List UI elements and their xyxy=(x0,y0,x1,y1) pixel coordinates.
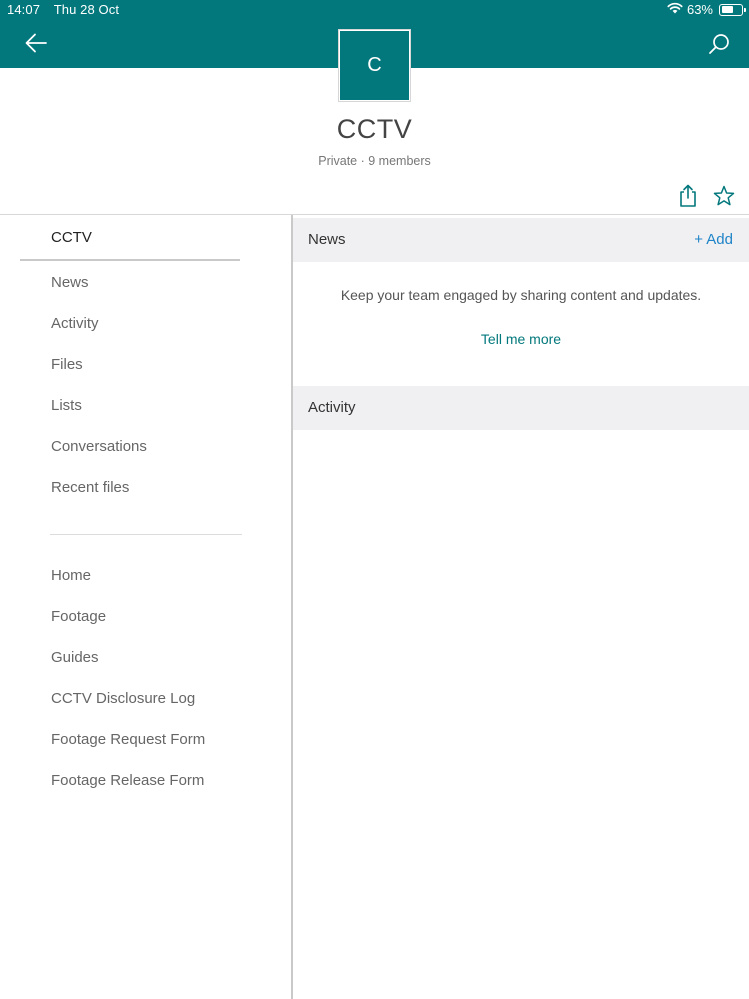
back-arrow-icon[interactable] xyxy=(22,30,50,56)
sharepoint-site-page: 14:07 Thu 28 Oct 63% C CCTV Private · 9 … xyxy=(0,0,749,999)
status-bar-right: 63% xyxy=(667,2,746,17)
nav-item-activity[interactable]: Activity xyxy=(51,315,99,332)
nav-item-recent-files[interactable]: Recent files xyxy=(51,479,129,496)
nav-link-home[interactable]: Home xyxy=(51,567,91,584)
site-logo: C xyxy=(339,30,410,101)
nav-link-footage[interactable]: Footage xyxy=(51,608,106,625)
news-empty-message: Keep your team engaged by sharing conten… xyxy=(340,287,702,303)
nav-link-request-form[interactable]: Footage Request Form xyxy=(51,731,205,748)
tell-me-more-link[interactable]: Tell me more xyxy=(293,331,749,347)
share-icon[interactable] xyxy=(677,184,699,208)
activity-section-header: Activity xyxy=(293,386,749,430)
news-section-title: News xyxy=(308,231,346,248)
battery-level xyxy=(721,6,733,13)
nav-item-conversations[interactable]: Conversations xyxy=(51,438,147,455)
nav-link-release-form[interactable]: Footage Release Form xyxy=(51,772,204,789)
add-news-button[interactable]: + Add xyxy=(694,231,733,248)
nav-item-news[interactable]: News xyxy=(51,274,89,291)
site-membership: Private · 9 members xyxy=(318,154,431,168)
news-section-header: News + Add xyxy=(293,218,749,262)
nav-separator xyxy=(50,534,242,535)
status-bar-left: 14:07 Thu 28 Oct xyxy=(7,2,119,17)
nav-item-files[interactable]: Files xyxy=(51,356,83,373)
nav-current-site[interactable]: CCTV xyxy=(51,229,92,246)
activity-section-title: Activity xyxy=(308,399,356,416)
wifi-icon xyxy=(667,2,683,17)
star-icon[interactable] xyxy=(712,184,736,208)
nav-link-disclosure-log[interactable]: CCTV Disclosure Log xyxy=(51,690,195,707)
nav-current-underline xyxy=(20,259,240,261)
status-date: Thu 28 Oct xyxy=(53,2,120,17)
nav-item-lists[interactable]: Lists xyxy=(51,397,82,414)
search-icon[interactable] xyxy=(705,30,733,58)
battery-percent: 63% xyxy=(686,2,713,17)
site-title: CCTV xyxy=(336,114,413,144)
status-time: 14:07 xyxy=(7,2,41,17)
battery-icon xyxy=(719,3,746,16)
nav-link-guides[interactable]: Guides xyxy=(51,649,99,666)
header-divider xyxy=(0,214,749,215)
